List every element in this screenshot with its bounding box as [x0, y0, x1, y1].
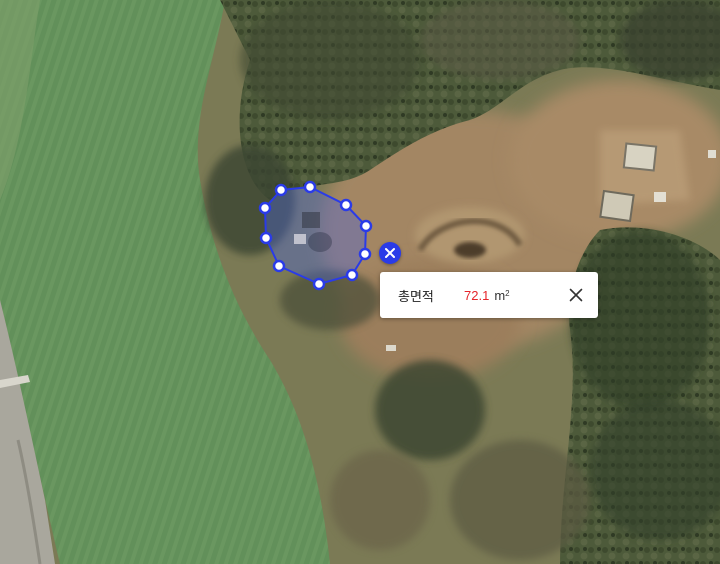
vertex-handle: [272, 259, 286, 273]
vertex-handle: [339, 198, 353, 212]
vertex-handle: [312, 277, 326, 291]
vertex-handle: [259, 231, 273, 245]
vertex-handle: [274, 183, 288, 197]
area-unit-base: m: [494, 287, 506, 303]
vertex-handle: [258, 201, 272, 215]
vertex-handle: [359, 219, 373, 233]
vertex-handle: [345, 268, 359, 282]
area-unit: m2: [494, 288, 509, 303]
area-label: 총면적: [398, 289, 434, 305]
area-result-popup: 총면적 72.1 m2: [380, 272, 598, 318]
area-value: 72.1: [464, 287, 490, 303]
close-icon: [569, 288, 583, 302]
popup-close-button[interactable]: [566, 285, 586, 305]
delete-measure-button[interactable]: [379, 242, 401, 264]
vertex-handle: [303, 180, 317, 194]
vertex-handle: [358, 247, 372, 261]
area-unit-power: 2: [505, 288, 510, 298]
delete-measure-icon: [384, 247, 396, 259]
satellite-map[interactable]: [0, 0, 720, 564]
